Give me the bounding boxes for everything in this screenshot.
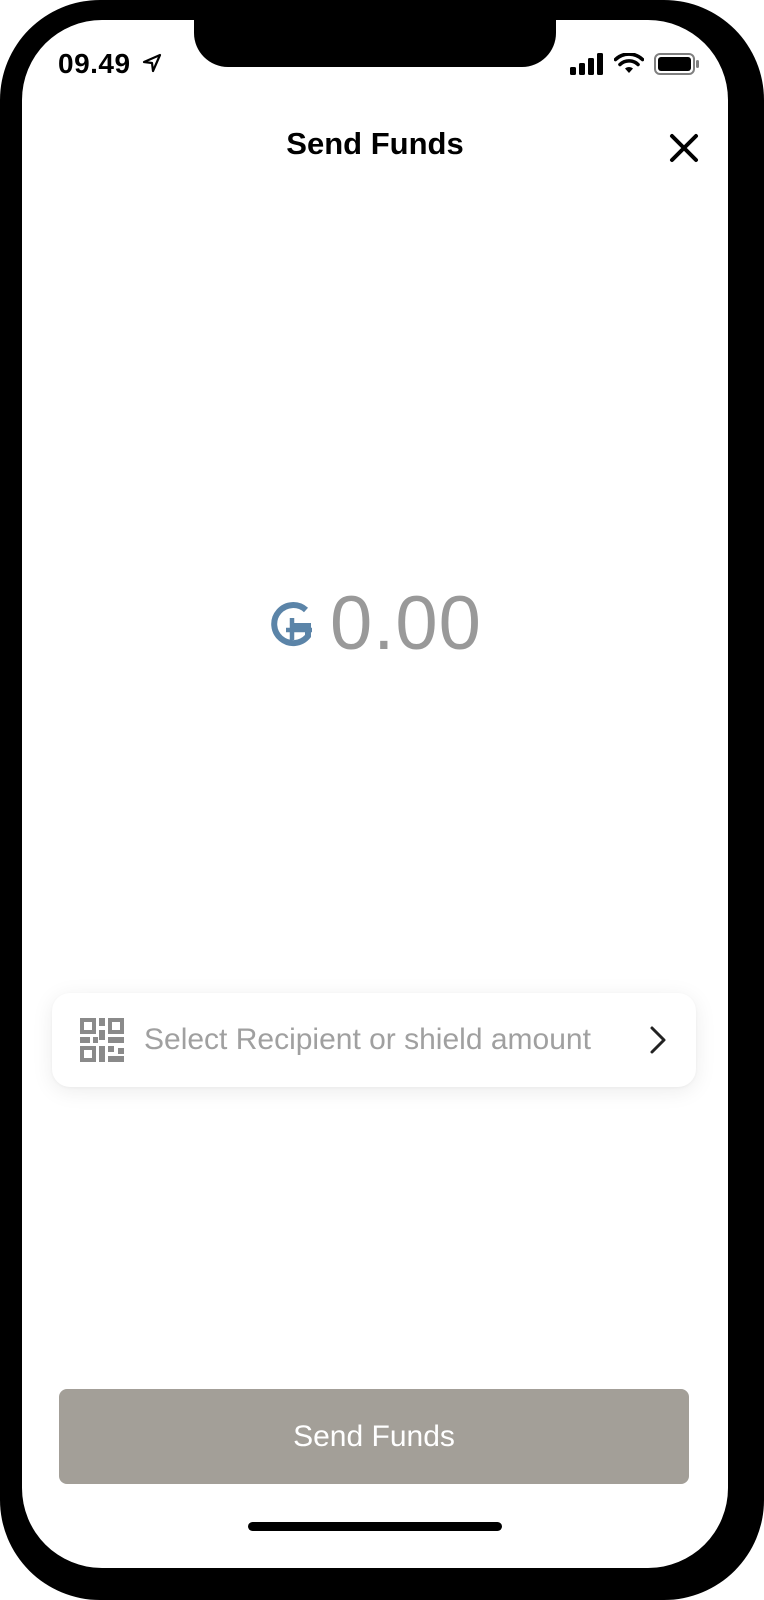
- notch: [194, 20, 556, 67]
- qr-code-icon: [80, 1018, 124, 1062]
- phone-frame: 09.49 Send Funds 0.00 Select Recipient o…: [0, 0, 764, 1600]
- select-recipient-button[interactable]: Select Recipient or shield amount: [52, 993, 696, 1087]
- amount-value[interactable]: 0.00: [330, 580, 482, 667]
- send-funds-button[interactable]: Send Funds: [59, 1389, 689, 1484]
- signal-bars-icon: [570, 53, 603, 75]
- status-indicators: [570, 53, 700, 75]
- close-icon[interactable]: [662, 126, 706, 170]
- home-indicator: [248, 1522, 502, 1531]
- wifi-icon: [614, 53, 644, 73]
- battery-icon: [654, 53, 699, 75]
- amount-display[interactable]: 0.00: [22, 580, 728, 667]
- chevron-right-icon: [650, 1026, 666, 1054]
- recipient-label: Select Recipient or shield amount: [144, 1023, 591, 1056]
- location-arrow-icon: [142, 53, 162, 73]
- status-time: 09.49: [58, 48, 131, 79]
- currency-g-icon: [271, 601, 313, 646]
- screen: 09.49 Send Funds 0.00 Select Recipient o…: [22, 20, 728, 1568]
- page-title: Send Funds: [286, 126, 464, 161]
